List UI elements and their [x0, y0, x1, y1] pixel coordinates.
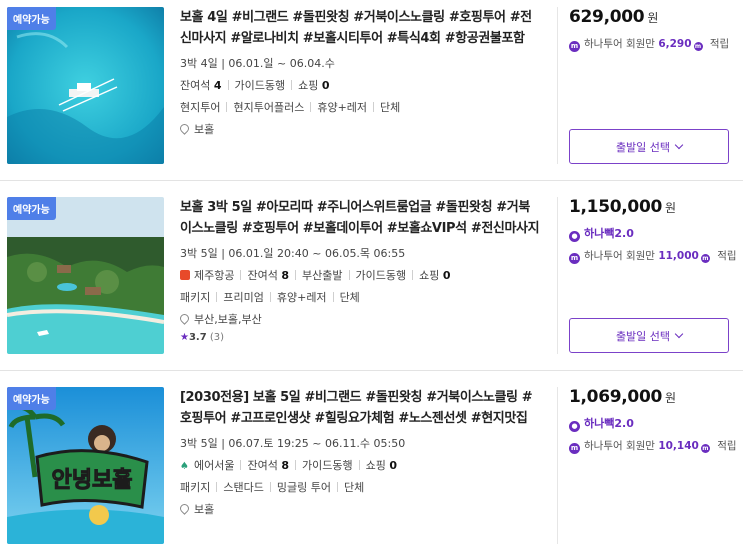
reservation-badge: 예약가능 [7, 197, 56, 220]
divider [0, 180, 743, 181]
point-icon: ● [569, 231, 580, 242]
airline-logo-icon [180, 270, 190, 280]
point-icon: m [700, 444, 710, 453]
point-icon: m [569, 443, 580, 454]
point-icon: m [569, 253, 580, 264]
column-divider [557, 197, 558, 354]
bohol-sign-image: 안녕보홀 [7, 387, 164, 544]
product-info: 보홀 3박 5일 #아모리따 #주니어스위트룸업글 #돌핀왓칭 #거북이스노클링… [178, 197, 540, 343]
product-tags: 패키지 스탠다드 밍글링 투어 단체 [180, 481, 365, 494]
chevron-down-icon [674, 140, 684, 149]
location: 부산,보홀,부산 [178, 311, 540, 327]
schedule: 3박 5일 | 06.01.일 20:40 ~ 06.05.목 06:55 [180, 247, 406, 260]
price-column: 1,150,000 원 ● 하나빽2.0 m 하나투어 회원만 11,000 m 적립 [569, 197, 737, 264]
price: 629,000 원 [569, 7, 659, 27]
select-departure-button[interactable]: 출발일 선택 [569, 318, 729, 353]
product-card[interactable]: 안녕보홀 예약가능 [2030전용] 보홀 5일 #비그랜드 #돌핀왓칭 #거북… [0, 380, 743, 549]
schedule: 3박 4일 | 06.01.일 ~ 06.04.수 [180, 57, 335, 70]
divider [0, 370, 743, 371]
pin-icon [178, 502, 191, 515]
point-icon: ● [569, 421, 580, 432]
product-info: [2030전용] 보홀 5일 #비그랜드 #돌핀왓칭 #거북이스노클링 #호핑투… [178, 387, 540, 517]
hanaback-badge: ● 하나빽2.0 [569, 415, 734, 432]
column-divider [557, 7, 558, 164]
select-departure-button[interactable]: 출발일 선택 [569, 129, 729, 164]
star-icon: ★ [180, 332, 189, 343]
product-tags: 패키지 프리미엄 휴양+레저 단체 [180, 291, 360, 304]
price: 1,150,000 원 [569, 197, 676, 217]
point-icon: m [693, 42, 703, 51]
pin-icon [178, 122, 191, 135]
point-icon: m [569, 41, 580, 52]
product-image[interactable]: 안녕보홀 예약가능 [7, 387, 164, 544]
resort-aerial-image [7, 197, 164, 354]
product-attributes: 잔여석 4 가이드동행 쇼핑 0 [180, 79, 330, 92]
product-info: 보홀 4일 #비그랜드 #돌핀왓칭 #거북이스노클링 #호핑투어 #전신마사지 … [178, 7, 540, 137]
column-divider [557, 387, 558, 544]
product-image[interactable]: 예약가능 [7, 197, 164, 354]
location: 보홀 [178, 121, 540, 137]
member-points: m 하나투어 회원만 10,140 m 적립 [569, 440, 737, 454]
member-points: m 하나투어 회원만 6,290 m 적립 [569, 38, 730, 52]
product-card[interactable]: 예약가능 보홀 3박 5일 #아모리따 #주니어스위트룸업글 #돌핀왓칭 #거북… [0, 190, 743, 360]
sign-text: 안녕보홀 [52, 467, 133, 493]
product-attributes: 제주항공 잔여석 8 부산출발 가이드동행 쇼핑 0 [180, 267, 540, 283]
reservation-badge: 예약가능 [7, 7, 56, 30]
price-column: 1,069,000 원 ● 하나빽2.0 m 하나투어 회원만 10,140 m 적립 [569, 387, 737, 454]
price: 1,069,000 원 [569, 387, 676, 407]
airline-logo-icon: ♠ [180, 461, 189, 472]
point-icon: m [700, 254, 710, 263]
product-title[interactable]: 보홀 3박 5일 #아모리따 #주니어스위트룸업글 #돌핀왓칭 #거북이스노클링… [180, 197, 540, 239]
price-column: 629,000 원 m 하나투어 회원만 6,290 m 적립 [569, 7, 734, 52]
rating: ★3.7 (3) [180, 332, 225, 343]
pin-icon [178, 312, 191, 325]
product-card[interactable]: 예약가능 보홀 4일 #비그랜드 #돌핀왓칭 #거북이스노클링 #호핑투어 #전… [0, 0, 743, 170]
product-title[interactable]: [2030전용] 보홀 5일 #비그랜드 #돌핀왓칭 #거북이스노클링 #호핑투… [180, 387, 540, 429]
chevron-down-icon [674, 329, 684, 338]
product-title[interactable]: 보홀 4일 #비그랜드 #돌핀왓칭 #거북이스노클링 #호핑투어 #전신마사지 … [180, 7, 540, 49]
location: 보홀 [178, 501, 540, 517]
ocean-boat-image [7, 7, 164, 164]
schedule: 3박 5일 | 06.07.토 19:25 ~ 06.11.수 05:50 [180, 437, 406, 450]
member-points: m 하나투어 회원만 11,000 m 적립 [569, 250, 737, 264]
hanaback-badge: ● 하나빽2.0 [569, 225, 734, 242]
product-attributes: ♠ 에어서울 잔여석 8 가이드동행 쇼핑 0 [180, 459, 398, 472]
product-image[interactable]: 예약가능 [7, 7, 164, 164]
reservation-badge: 예약가능 [7, 387, 56, 410]
product-tags: 현지투어 현지투어플러스 휴양+레저 단체 [180, 101, 401, 114]
